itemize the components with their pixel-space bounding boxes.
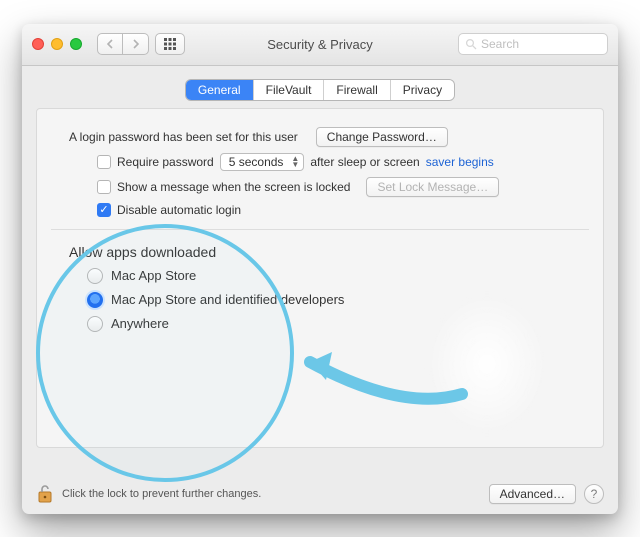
login-password-text: A login password has been set for this u… — [69, 130, 298, 144]
show-message-row: Show a message when the screen is locked… — [97, 177, 589, 197]
search-icon — [465, 38, 477, 50]
option-mac-app-store-identified[interactable]: Mac App Store and identified developers — [87, 292, 589, 308]
allow-apps-heading: Allow apps downloaded — [69, 244, 589, 260]
tab-general[interactable]: General — [186, 80, 254, 100]
option-mac-app-store[interactable]: Mac App Store — [87, 268, 589, 284]
screensaver-link[interactable]: saver begins — [426, 155, 494, 169]
chevron-updown-icon: ▲▼ — [291, 156, 299, 168]
footer: Click the lock to prevent further change… — [36, 484, 604, 504]
require-password-label: Require password — [117, 155, 214, 169]
disable-auto-checkbox[interactable]: ✓ — [97, 203, 111, 217]
tab-bar: General FileVault Firewall Privacy — [22, 80, 618, 100]
help-button[interactable]: ? — [584, 484, 604, 504]
tab-firewall[interactable]: Firewall — [324, 80, 390, 100]
nav-buttons — [97, 33, 149, 55]
set-lock-message-button[interactable]: Set Lock Message… — [366, 177, 499, 197]
require-password-checkbox[interactable] — [97, 155, 111, 169]
back-button[interactable] — [97, 33, 123, 55]
separator — [51, 229, 589, 230]
show-message-checkbox[interactable] — [97, 180, 111, 194]
tab-privacy[interactable]: Privacy — [391, 80, 454, 100]
minimize-icon[interactable] — [51, 38, 63, 50]
option-label-0: Mac App Store — [111, 268, 196, 283]
tab-filevault[interactable]: FileVault — [254, 80, 325, 100]
change-password-button[interactable]: Change Password… — [316, 127, 448, 147]
titlebar: Security & Privacy Search — [22, 24, 618, 66]
require-password-row: Require password 5 seconds ▲▼ after slee… — [97, 153, 589, 171]
lock-open-icon[interactable] — [36, 484, 54, 504]
disable-auto-row: ✓ Disable automatic login — [97, 203, 589, 217]
close-icon[interactable] — [32, 38, 44, 50]
require-password-select[interactable]: 5 seconds ▲▼ — [220, 153, 305, 171]
disable-auto-label: Disable automatic login — [117, 203, 241, 217]
show-message-label: Show a message when the screen is locked — [117, 180, 350, 194]
allow-apps-section: Allow apps downloaded Mac App Store Mac … — [69, 244, 589, 332]
lock-text: Click the lock to prevent further change… — [62, 488, 261, 500]
window-controls — [32, 38, 82, 50]
option-label-1: Mac App Store and identified developers — [111, 292, 344, 307]
search-input[interactable]: Search — [458, 33, 608, 55]
forward-button[interactable] — [123, 33, 149, 55]
require-password-after: after sleep or screen — [310, 155, 419, 169]
require-password-select-value: 5 seconds — [229, 155, 284, 169]
preferences-window: Security & Privacy Search General FileVa… — [22, 24, 618, 514]
login-password-row: A login password has been set for this u… — [69, 127, 589, 147]
advanced-button[interactable]: Advanced… — [489, 484, 576, 504]
general-pane: A login password has been set for this u… — [36, 108, 604, 448]
radio-icon — [87, 316, 103, 332]
search-placeholder: Search — [481, 37, 519, 51]
option-anywhere[interactable]: Anywhere — [87, 316, 589, 332]
radio-selected-icon — [87, 292, 103, 308]
radio-icon — [87, 268, 103, 284]
show-all-button[interactable] — [155, 33, 185, 55]
option-label-2: Anywhere — [111, 316, 169, 331]
zoom-icon[interactable] — [70, 38, 82, 50]
